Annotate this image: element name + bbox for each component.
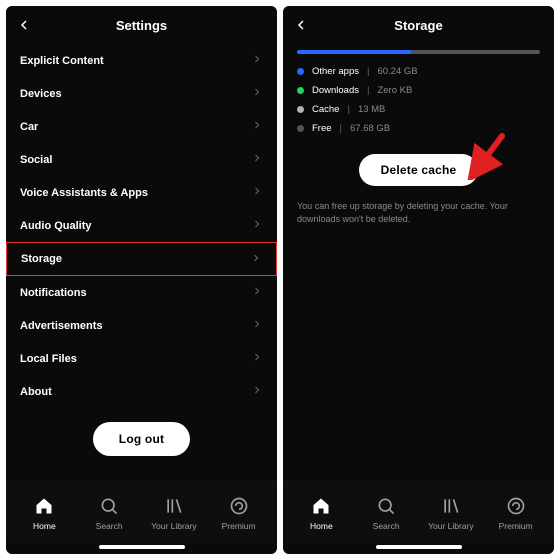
- settings-row-notifications[interactable]: Notifications: [20, 276, 263, 309]
- settings-screen: Settings Explicit Content Devices Car Socia…: [6, 6, 277, 554]
- settings-row-voice-assistants-apps[interactable]: Voice Assistants & Apps: [20, 176, 263, 209]
- row-label: About: [20, 386, 52, 398]
- chevron-left-icon: [293, 17, 309, 33]
- settings-row-storage[interactable]: Storage: [6, 242, 277, 276]
- page-title: Settings: [116, 18, 167, 33]
- search-icon: [99, 496, 119, 518]
- legend-dot-icon: [297, 87, 304, 94]
- back-button[interactable]: [16, 6, 32, 44]
- nav-search[interactable]: Search: [77, 496, 142, 531]
- legend-row-cache: Cache|13 MB: [297, 104, 540, 115]
- nav-label: Your Library: [151, 521, 197, 531]
- legend-row-downloads: Downloads|Zero KB: [297, 85, 540, 96]
- legend-label: Downloads: [312, 85, 359, 96]
- chevron-right-icon: [250, 252, 262, 267]
- home-icon: [311, 496, 331, 518]
- settings-row-devices[interactable]: Devices: [20, 77, 263, 110]
- your-library-icon: [164, 496, 184, 518]
- storage-usage-bar: [297, 50, 540, 54]
- chevron-right-icon: [251, 384, 263, 399]
- premium-icon: [506, 496, 526, 518]
- legend-label: Other apps: [312, 66, 359, 77]
- legend-dot-icon: [297, 68, 304, 75]
- nav-label: Search: [373, 521, 400, 531]
- nav-label: Search: [96, 521, 123, 531]
- nav-your-library[interactable]: Your Library: [142, 496, 207, 531]
- home-indicator: [99, 545, 185, 549]
- nav-label: Premium: [222, 521, 256, 531]
- legend-value: 13 MB: [358, 104, 385, 115]
- nav-label: Home: [33, 521, 56, 531]
- row-label: Advertisements: [20, 320, 103, 332]
- nav-label: Premium: [499, 521, 533, 531]
- row-label: Storage: [21, 253, 62, 265]
- settings-row-audio-quality[interactable]: Audio Quality: [20, 209, 263, 242]
- chevron-right-icon: [251, 119, 263, 134]
- row-label: Car: [20, 121, 38, 133]
- chevron-right-icon: [251, 218, 263, 233]
- delete-cache-button[interactable]: Delete cache: [359, 154, 479, 186]
- storage-legend: Other apps|60.24 GB Downloads|Zero KB Cach…: [297, 66, 540, 134]
- help-text: You can free up storage by deleting your…: [297, 200, 540, 227]
- row-label: Social: [20, 154, 52, 166]
- bar-seg-free: [411, 50, 540, 54]
- nav-home[interactable]: Home: [12, 496, 77, 531]
- settings-row-local-files[interactable]: Local Files: [20, 342, 263, 375]
- home-indicator: [376, 545, 462, 549]
- chevron-left-icon: [16, 17, 32, 33]
- settings-row-explicit-content[interactable]: Explicit Content: [20, 44, 263, 77]
- storage-screen: Storage Other apps|60.24 GB Downloads|Zer…: [283, 6, 554, 554]
- legend-dot-icon: [297, 106, 304, 113]
- settings-row-car[interactable]: Car: [20, 110, 263, 143]
- chevron-right-icon: [251, 152, 263, 167]
- row-label: Devices: [20, 88, 62, 100]
- header: Settings: [6, 6, 277, 44]
- chevron-right-icon: [251, 185, 263, 200]
- premium-icon: [229, 496, 249, 518]
- nav-your-library[interactable]: Your Library: [419, 496, 484, 531]
- legend-row-other-apps: Other apps|60.24 GB: [297, 66, 540, 77]
- legend-dot-icon: [297, 125, 304, 132]
- logout-button[interactable]: Log out: [93, 422, 190, 456]
- legend-label: Cache: [312, 104, 339, 115]
- nav-premium[interactable]: Premium: [206, 496, 271, 531]
- back-button[interactable]: [293, 6, 309, 44]
- home-icon: [34, 496, 54, 518]
- row-label: Explicit Content: [20, 55, 104, 67]
- header: Storage: [283, 6, 554, 44]
- your-library-icon: [441, 496, 461, 518]
- row-label: Audio Quality: [20, 220, 92, 232]
- chevron-right-icon: [251, 86, 263, 101]
- row-label: Voice Assistants & Apps: [20, 187, 148, 199]
- row-label: Local Files: [20, 353, 77, 365]
- chevron-right-icon: [251, 285, 263, 300]
- page-title: Storage: [394, 18, 442, 33]
- nav-label: Home: [310, 521, 333, 531]
- legend-label: Free: [312, 123, 332, 134]
- settings-row-social[interactable]: Social: [20, 143, 263, 176]
- chevron-right-icon: [251, 351, 263, 366]
- nav-search[interactable]: Search: [354, 496, 419, 531]
- legend-value: Zero KB: [377, 85, 412, 96]
- legend-value: 60.24 GB: [377, 66, 417, 77]
- row-label: Notifications: [20, 287, 87, 299]
- chevron-right-icon: [251, 318, 263, 333]
- settings-row-advertisements[interactable]: Advertisements: [20, 309, 263, 342]
- nav-premium[interactable]: Premium: [483, 496, 548, 531]
- legend-value: 67.68 GB: [350, 123, 390, 134]
- nav-home[interactable]: Home: [289, 496, 354, 531]
- bar-seg-other-apps: [297, 50, 411, 54]
- nav-label: Your Library: [428, 521, 474, 531]
- legend-row-free: Free|67.68 GB: [297, 123, 540, 134]
- search-icon: [376, 496, 396, 518]
- settings-row-about[interactable]: About: [20, 375, 263, 408]
- chevron-right-icon: [251, 53, 263, 68]
